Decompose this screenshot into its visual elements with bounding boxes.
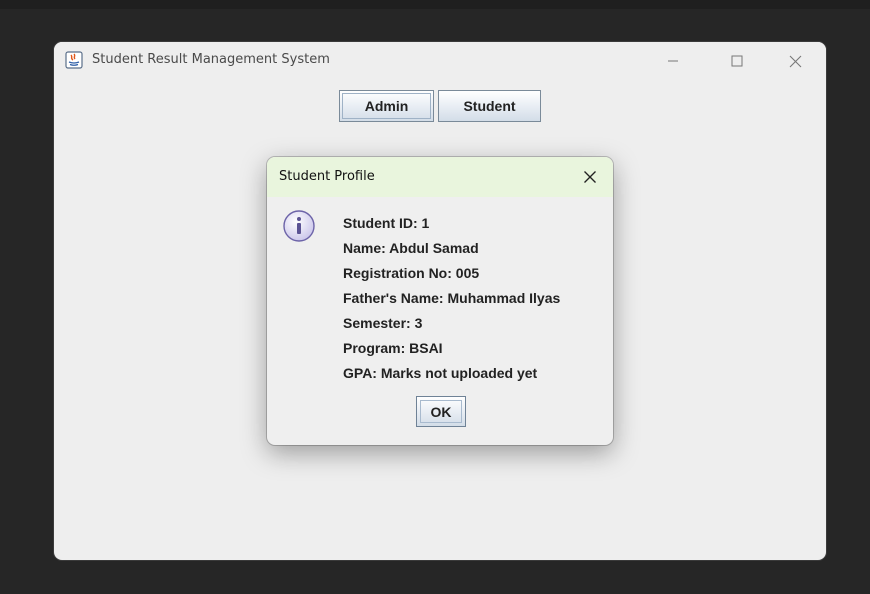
student-profile-dialog: Student Profile Student ID: 1 Name: Abdu… xyxy=(267,157,613,445)
gpa-line: GPA: Marks not uploaded yet xyxy=(343,365,538,381)
ok-button[interactable]: OK xyxy=(416,396,466,427)
student-name-line: Name: Abdul Samad xyxy=(343,240,479,256)
info-icon xyxy=(282,209,316,243)
maximize-button[interactable] xyxy=(714,48,760,74)
admin-button-label: Admin xyxy=(364,98,409,114)
admin-button[interactable]: Admin xyxy=(339,90,434,122)
java-app-icon xyxy=(65,51,83,69)
close-icon xyxy=(789,55,801,67)
semester-line: Semester: 3 xyxy=(343,315,423,331)
dialog-title: Student Profile xyxy=(279,169,375,184)
ok-button-label: OK xyxy=(430,403,452,420)
minimize-icon xyxy=(668,60,678,62)
window-title: Student Result Management System xyxy=(92,52,330,67)
close-icon xyxy=(584,171,596,183)
desktop-background xyxy=(0,0,870,9)
student-button-label: Student xyxy=(463,98,516,114)
maximize-icon xyxy=(731,55,743,67)
dialog-titlebar[interactable]: Student Profile xyxy=(267,157,613,197)
window-titlebar[interactable]: Student Result Management System xyxy=(54,42,826,80)
minimize-button[interactable] xyxy=(650,48,696,74)
close-button[interactable] xyxy=(772,48,818,74)
program-line: Program: BSAI xyxy=(343,340,443,356)
dialog-close-button[interactable] xyxy=(579,166,601,188)
fathers-name-line: Father's Name: Muhammad Ilyas xyxy=(343,290,561,306)
registration-no-line: Registration No: 005 xyxy=(343,265,480,281)
student-id-line: Student ID: 1 xyxy=(343,215,430,231)
student-button[interactable]: Student xyxy=(438,90,541,122)
